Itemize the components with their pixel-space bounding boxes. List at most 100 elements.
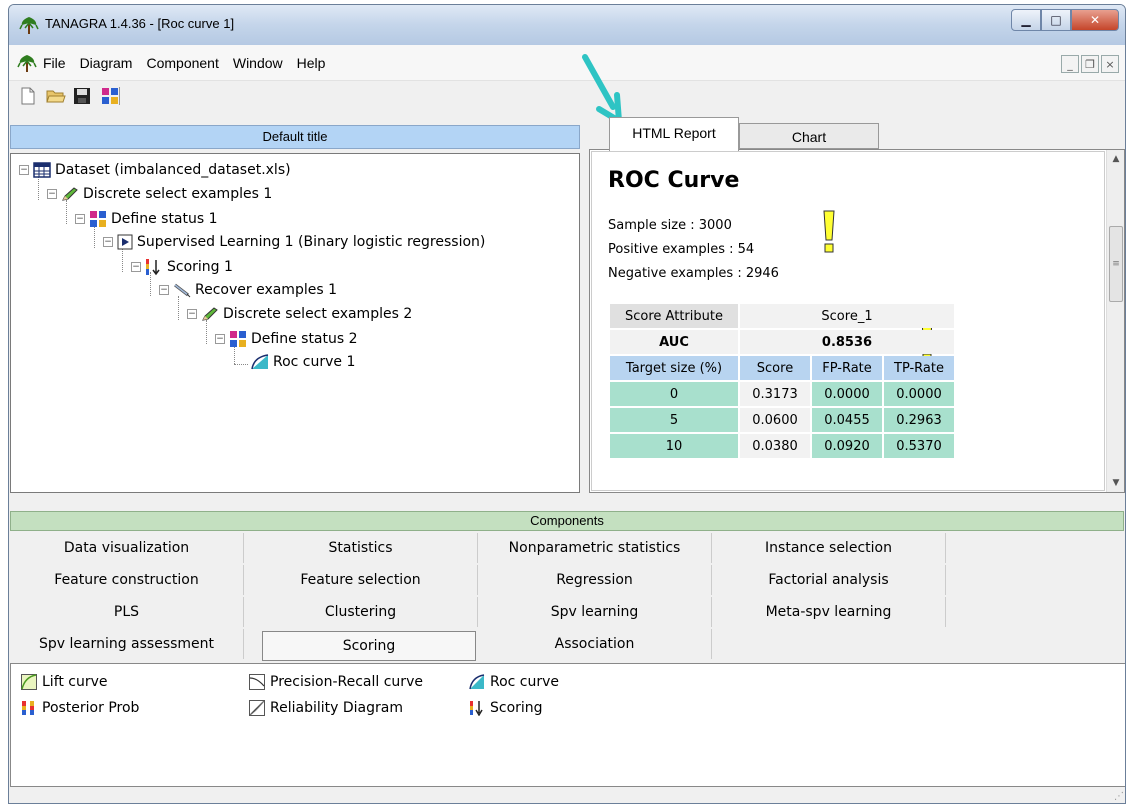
tab-regression[interactable]: Regression bbox=[478, 565, 712, 595]
tree-node-label: Supervised Learning 1 (Binary logistic r… bbox=[137, 234, 486, 250]
collapse-icon[interactable]: − bbox=[215, 334, 225, 344]
minimize-button[interactable]: ▁ bbox=[1011, 9, 1041, 31]
scroll-thumb[interactable]: ≡ bbox=[1109, 226, 1123, 302]
report-panel: HTML Report Chart ROC Curve Sample size … bbox=[589, 117, 1125, 493]
tree-node-define-status-1[interactable]: − Define status 1 bbox=[75, 210, 218, 228]
report-view: ROC Curve Sample size : 3000 Positive ex… bbox=[589, 149, 1125, 493]
close-button[interactable]: ✕ bbox=[1071, 9, 1119, 31]
menu-component[interactable]: Component bbox=[146, 55, 218, 71]
component-label: Scoring bbox=[490, 700, 543, 716]
negative-examples-value: 2946 bbox=[745, 266, 779, 281]
menu-items: File Diagram Component Window Help bbox=[43, 55, 325, 71]
tab-factorial-analysis[interactable]: Factorial analysis bbox=[712, 565, 946, 595]
component-label: Lift curve bbox=[42, 674, 108, 690]
collapse-icon[interactable]: − bbox=[159, 285, 169, 295]
tree-node-define-status-2[interactable]: − Define status 2 bbox=[215, 330, 358, 348]
tab-html-report[interactable]: HTML Report bbox=[609, 117, 739, 151]
syringe-icon bbox=[174, 283, 191, 298]
tree-node-discrete-select-1[interactable]: − Discrete select examples 1 bbox=[47, 186, 272, 202]
tree-connector bbox=[122, 248, 123, 272]
column-header: FP-Rate bbox=[812, 356, 882, 380]
positive-examples-line: Positive examples : 54 bbox=[608, 242, 754, 257]
tree-connector bbox=[66, 200, 67, 224]
tree-node-recover-examples-1[interactable]: − Recover examples 1 bbox=[159, 282, 337, 298]
exclamation-mark-icon bbox=[823, 210, 835, 253]
minimize-icon: ▁ bbox=[1021, 13, 1031, 27]
diagram-title: Default title bbox=[10, 125, 580, 149]
column-header: TP-Rate bbox=[884, 356, 954, 380]
tree-node-dataset[interactable]: − Dataset (imbalanced_dataset.xls) bbox=[19, 162, 291, 178]
tree-node-scoring-1[interactable]: − Scoring 1 bbox=[131, 258, 233, 276]
table-cell: 0.3173 bbox=[740, 382, 810, 406]
new-button[interactable] bbox=[17, 85, 39, 107]
diagram-panel: Default title − Dataset (imbalanced_data… bbox=[10, 117, 580, 493]
collapse-icon[interactable]: − bbox=[103, 237, 113, 247]
tab-association[interactable]: Association bbox=[478, 629, 712, 659]
tree-node-discrete-select-2[interactable]: − Discrete select examples 2 bbox=[187, 306, 412, 322]
collapse-icon[interactable]: − bbox=[131, 262, 141, 272]
collapse-icon[interactable]: − bbox=[47, 189, 57, 199]
menu-diagram[interactable]: Diagram bbox=[80, 55, 133, 71]
component-label: Roc curve bbox=[490, 674, 560, 690]
sample-size-value: 3000 bbox=[698, 218, 732, 233]
component-precision-recall-curve[interactable]: Precision-Recall curve bbox=[249, 674, 423, 690]
menu-help[interactable]: Help bbox=[297, 55, 326, 71]
tab-meta-spv-learning[interactable]: Meta-spv learning bbox=[712, 597, 946, 627]
component-lift-curve[interactable]: Lift curve bbox=[21, 674, 108, 690]
tab-feature-construction[interactable]: Feature construction bbox=[10, 565, 244, 595]
table-row: 0 0.3173 0.0000 0.0000 bbox=[610, 382, 954, 406]
tree-connector bbox=[178, 296, 179, 320]
collapse-icon[interactable]: − bbox=[75, 214, 85, 224]
tab-clustering[interactable]: Clustering bbox=[244, 597, 478, 627]
auc-value: 0.8536 bbox=[740, 330, 954, 354]
menu-window[interactable]: Window bbox=[233, 55, 283, 71]
tab-spv-learning[interactable]: Spv learning bbox=[478, 597, 712, 627]
open-folder-icon bbox=[46, 90, 66, 103]
tanagra-tree-icon[interactable] bbox=[17, 53, 37, 73]
maximize-button[interactable]: □ bbox=[1041, 9, 1071, 31]
component-roc-curve[interactable]: Roc curve bbox=[469, 674, 559, 690]
component-list: Lift curve Precision-Recall curve Roc cu… bbox=[10, 663, 1125, 787]
tab-scoring[interactable]: Scoring bbox=[262, 631, 476, 661]
table-cell: 10 bbox=[610, 434, 738, 458]
mdi-close-button[interactable]: × bbox=[1101, 55, 1119, 73]
define-status-button[interactable] bbox=[99, 85, 121, 107]
open-button[interactable] bbox=[45, 85, 67, 107]
resize-grip-icon[interactable]: ⋰ bbox=[1114, 791, 1124, 802]
menu-file[interactable]: File bbox=[43, 55, 66, 71]
table-row: Score Attribute Score_1 bbox=[610, 304, 954, 328]
table-cell: 0.0380 bbox=[740, 434, 810, 458]
mdi-minimize-button[interactable]: _ bbox=[1061, 55, 1079, 73]
tab-nonparametric-statistics[interactable]: Nonparametric statistics bbox=[478, 533, 712, 563]
tree-node-roc-curve-1[interactable]: Roc curve 1 bbox=[251, 354, 355, 370]
define-status-icon bbox=[230, 331, 246, 347]
scroll-down-icon[interactable]: ▼ bbox=[1107, 474, 1124, 492]
tree-node-label: Define status 1 bbox=[111, 211, 218, 227]
pencil-icon bbox=[62, 187, 78, 201]
tab-instance-selection[interactable]: Instance selection bbox=[712, 533, 946, 563]
component-scoring[interactable]: Scoring bbox=[469, 700, 543, 716]
tab-feature-selection[interactable]: Feature selection bbox=[244, 565, 478, 595]
collapse-icon[interactable]: − bbox=[187, 309, 197, 319]
report-scrollbar[interactable]: ▲ ≡ ▼ bbox=[1106, 150, 1124, 492]
lift-curve-icon bbox=[21, 674, 37, 690]
table-cell: 0.0000 bbox=[884, 382, 954, 406]
save-button[interactable] bbox=[71, 85, 93, 107]
tab-statistics[interactable]: Statistics bbox=[244, 533, 478, 563]
tab-spv-learning-assessment[interactable]: Spv learning assessment bbox=[10, 629, 244, 659]
tree-node-supervised-learning-1[interactable]: − Supervised Learning 1 (Binary logistic… bbox=[103, 234, 485, 250]
report-content[interactable]: ROC Curve Sample size : 3000 Positive ex… bbox=[591, 151, 1105, 491]
tab-pls[interactable]: PLS bbox=[10, 597, 244, 627]
mdi-restore-button[interactable]: ❐ bbox=[1081, 55, 1099, 73]
component-reliability-diagram[interactable]: Reliability Diagram bbox=[249, 700, 403, 716]
annotation-arrow-icon bbox=[582, 54, 622, 124]
component-posterior-prob[interactable]: Posterior Prob bbox=[21, 700, 139, 716]
tree-connector bbox=[206, 320, 207, 344]
collapse-icon[interactable]: − bbox=[19, 165, 29, 175]
app-window: TANAGRA 1.4.36 - [Roc curve 1] ▁ □ ✕ Fil… bbox=[8, 4, 1126, 804]
tab-chart[interactable]: Chart bbox=[739, 123, 879, 149]
tree-node-label: Scoring 1 bbox=[167, 259, 233, 275]
scroll-up-icon[interactable]: ▲ bbox=[1107, 150, 1124, 168]
tab-data-visualization[interactable]: Data visualization bbox=[10, 533, 244, 563]
save-disk-icon bbox=[74, 88, 90, 104]
